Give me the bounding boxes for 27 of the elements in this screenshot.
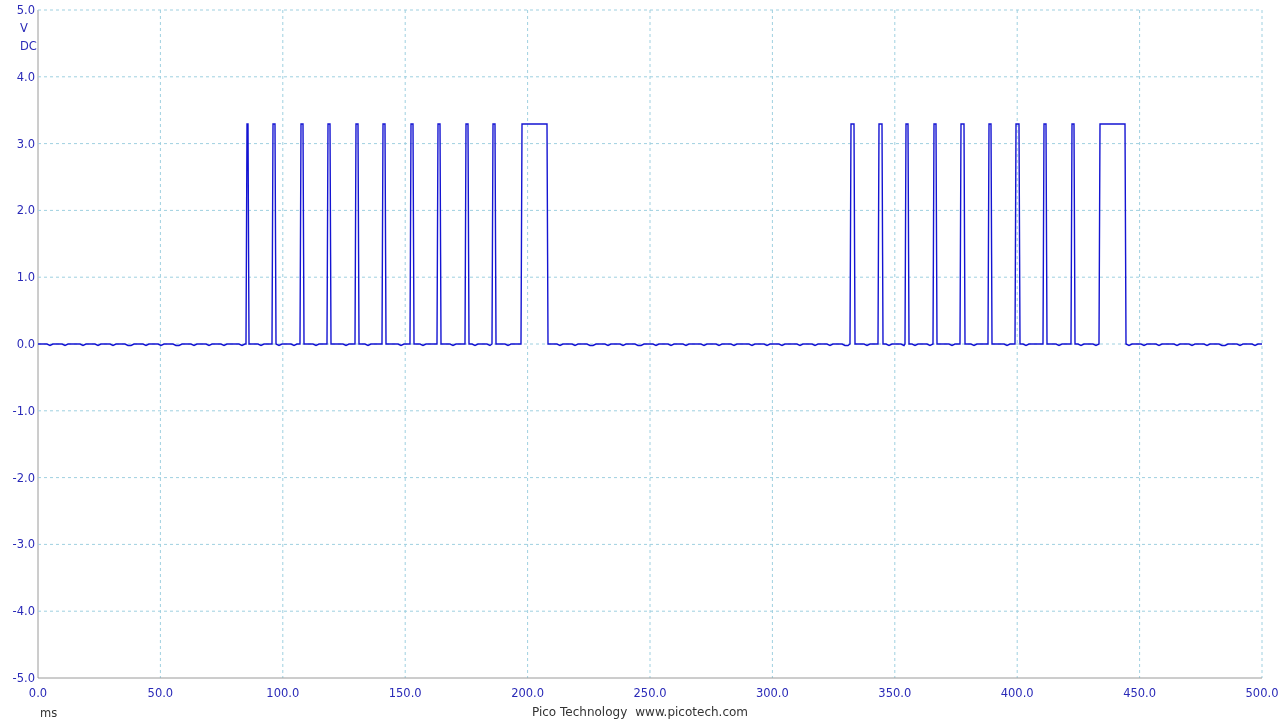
y-axis-label: -5.0 [12, 671, 35, 685]
y-axis-label: -1.0 [12, 403, 35, 418]
y-axis-label: 3.0 [16, 136, 35, 151]
y-axis-label: 5.0 [16, 3, 35, 17]
unit-label: ms [40, 706, 58, 720]
x-axis-label: 250.0 [633, 686, 667, 700]
y-axis-label: 2.0 [16, 203, 35, 218]
x-axis-label: 150.0 [388, 686, 422, 700]
x-axis-label: 400.0 [1000, 686, 1034, 700]
unit-label: V [20, 21, 28, 35]
y-axis-label: -3.0 [12, 537, 35, 552]
y-axis-label: 4.0 [16, 69, 35, 84]
x-axis-label: 200.0 [511, 686, 545, 700]
x-axis-label: 0.0 [28, 686, 48, 700]
company-name: Pico Technology [531, 705, 628, 719]
x-axis-label: 500.0 [1245, 686, 1279, 700]
x-axis-label: 450.0 [1123, 686, 1157, 700]
website-text: www.picotech.com [635, 705, 749, 719]
y-axis-label: -2.0 [12, 470, 35, 485]
coupling-label: DC [20, 39, 37, 53]
x-axis-label: 350.0 [878, 686, 912, 700]
y-axis-label: 1.0 [16, 270, 35, 285]
y-axis-label: -4.0 [12, 604, 35, 619]
x-axis-label: 50.0 [147, 686, 174, 700]
x-axis-label: 300.0 [755, 686, 789, 700]
x-axis-label: 100.0 [266, 686, 300, 700]
y-axis-label: 0.0 [16, 337, 35, 351]
